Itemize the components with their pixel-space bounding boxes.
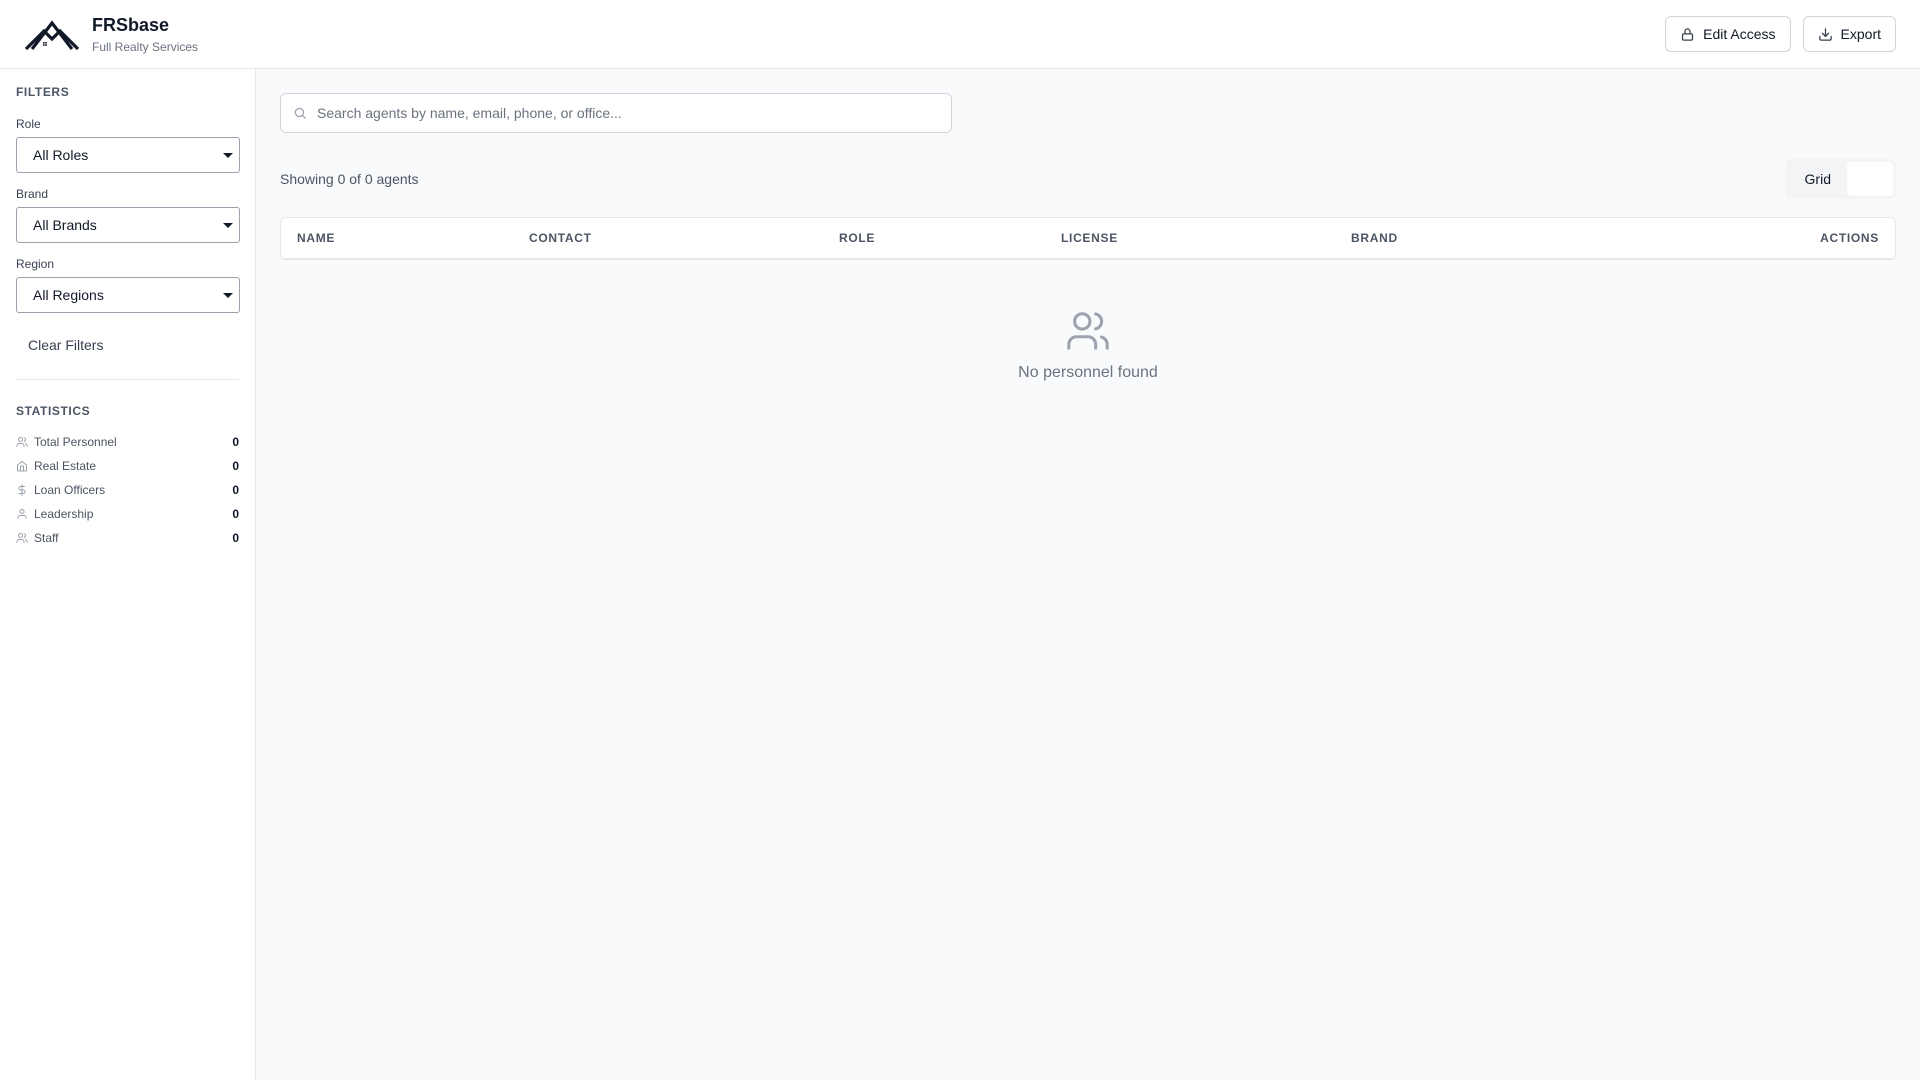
- role-select[interactable]: All Roles: [16, 137, 240, 173]
- region-filter: Region All Regions: [16, 257, 240, 313]
- body: FILTERS Role All Roles Brand All Brands …: [0, 69, 1920, 1080]
- region-select-value: All Regions: [33, 287, 104, 303]
- stat-real-estate: Real Estate 0: [16, 454, 239, 478]
- edit-access-button[interactable]: Edit Access: [1665, 16, 1791, 52]
- results-toolbar: Showing 0 of 0 agents Grid: [280, 159, 1896, 199]
- column-header-actions: ACTIONS: [1820, 231, 1879, 245]
- column-header-name[interactable]: NAME: [297, 231, 529, 245]
- brand-filter: Brand All Brands: [16, 187, 240, 243]
- chevron-down-icon: [223, 153, 233, 158]
- stat-label: Total Personnel: [34, 435, 117, 449]
- users-icon: [16, 437, 28, 447]
- app-root: FRSbase Full Realty Services Edit Access…: [0, 0, 1920, 1080]
- region-select[interactable]: All Regions: [16, 277, 240, 313]
- statistics-list: Total Personnel 0 Real Estate 0 Loan Off…: [16, 430, 239, 550]
- results-count: Showing 0 of 0 agents: [280, 171, 419, 187]
- main-content: Showing 0 of 0 agents Grid NAME CONTACT …: [256, 69, 1920, 1080]
- empty-state: No personnel found: [280, 260, 1896, 382]
- brand-select[interactable]: All Brands: [16, 207, 240, 243]
- edit-access-label: Edit Access: [1703, 26, 1776, 42]
- header-actions: Edit Access Export: [1665, 16, 1896, 52]
- lock-icon: [1682, 27, 1694, 41]
- stat-loan-officers: Loan Officers 0: [16, 478, 239, 502]
- home-icon: [17, 461, 27, 472]
- dollar-icon: [18, 484, 26, 496]
- sidebar-divider: [16, 379, 239, 380]
- stat-value: 0: [232, 483, 239, 497]
- chevron-down-icon: [223, 293, 233, 298]
- stat-label-group: Leadership: [16, 507, 93, 521]
- stat-label-group: Loan Officers: [16, 483, 105, 497]
- download-icon: [1818, 27, 1832, 41]
- column-header-brand[interactable]: BRAND: [1351, 231, 1820, 245]
- stat-label-group: Real Estate: [16, 459, 96, 473]
- stat-value: 0: [232, 459, 239, 473]
- app-title: FRSbase: [92, 15, 170, 35]
- column-header-role[interactable]: ROLE: [839, 231, 1061, 245]
- stat-label: Real Estate: [34, 459, 97, 473]
- role-select-value: All Roles: [33, 147, 89, 163]
- stat-label-group: Staff: [16, 531, 58, 545]
- stat-leadership: Leadership 0: [16, 502, 239, 526]
- top-header: FRSbase Full Realty Services Edit Access…: [0, 0, 1920, 69]
- grid-view-button[interactable]: Grid: [1789, 162, 1847, 196]
- stat-label-group: Total Personnel: [16, 435, 117, 449]
- search-box: [280, 93, 952, 133]
- sidebar: FILTERS Role All Roles Brand All Brands …: [0, 69, 256, 1080]
- role-filter-label: Role: [16, 117, 41, 131]
- empty-state-text: No personnel found: [1018, 364, 1158, 381]
- table-header: NAME CONTACT ROLE LICENSE BRAND ACTIONS: [281, 218, 1895, 259]
- stat-value: 0: [232, 435, 239, 449]
- frs-logo-icon: [24, 20, 80, 51]
- stat-total-personnel: Total Personnel 0: [16, 430, 239, 454]
- brand-select-value: All Brands: [33, 217, 97, 233]
- stat-label: Leadership: [34, 507, 94, 521]
- stat-value: 0: [232, 531, 239, 545]
- role-filter: Role All Roles: [16, 117, 240, 173]
- stat-label: Loan Officers: [34, 483, 106, 497]
- agents-table: NAME CONTACT ROLE LICENSE BRAND ACTIONS: [280, 217, 1896, 260]
- search-icon: [294, 107, 306, 119]
- export-button[interactable]: Export: [1802, 16, 1896, 52]
- statistics-title: STATISTICS: [16, 404, 91, 418]
- users-icon: [1067, 312, 1109, 350]
- filters-title: FILTERS: [16, 85, 70, 99]
- view-toggle: Grid: [1785, 159, 1896, 199]
- search-input[interactable]: [317, 94, 939, 132]
- list-view-button[interactable]: [1847, 162, 1893, 196]
- chevron-down-icon: [223, 223, 233, 228]
- column-header-contact[interactable]: CONTACT: [529, 231, 839, 245]
- app-subtitle: Full Realty Services: [92, 40, 199, 54]
- stat-value: 0: [232, 507, 239, 521]
- brand[interactable]: FRSbase Full Realty Services: [24, 14, 198, 54]
- stat-staff: Staff 0: [16, 526, 239, 550]
- user-icon: [17, 509, 27, 519]
- export-label: Export: [1840, 26, 1881, 42]
- clear-filters-button[interactable]: Clear Filters: [28, 333, 103, 357]
- region-filter-label: Region: [16, 257, 55, 271]
- brand-text: FRSbase Full Realty Services: [92, 14, 198, 54]
- column-header-license[interactable]: LICENSE: [1061, 231, 1351, 245]
- users-icon: [16, 533, 28, 543]
- stat-label: Staff: [34, 531, 59, 545]
- brand-filter-label: Brand: [16, 187, 49, 201]
